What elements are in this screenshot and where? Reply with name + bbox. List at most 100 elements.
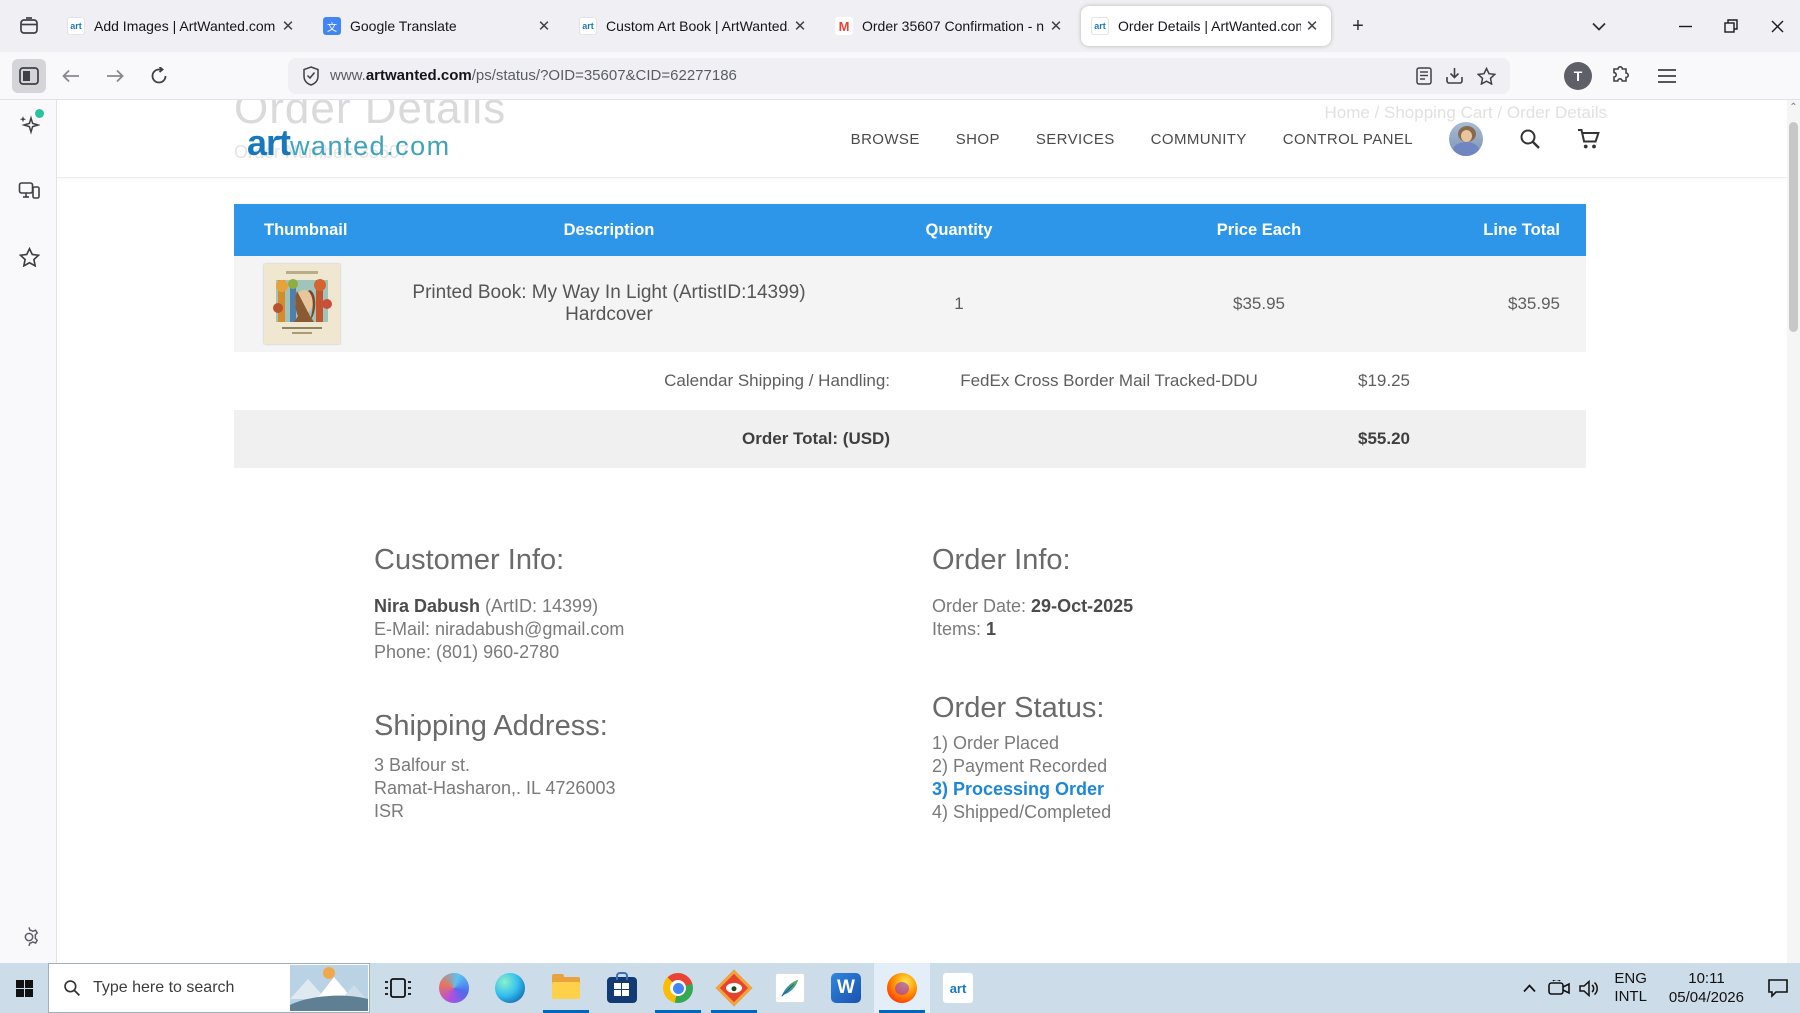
tab-custom-art-book[interactable]: art Custom Art Book | ArtWanted.c ✕ [569,6,819,46]
gear-icon [18,926,40,948]
restore-button[interactable] [1708,6,1754,46]
tab-google-translate[interactable]: 文 Google Translate ✕ [313,6,563,46]
word-icon: W [831,973,861,1003]
tab-label: Add Images | ArtWanted.com [94,18,277,34]
avatar-face [1461,130,1472,142]
word-button[interactable]: W [818,963,874,1013]
reader-mode-icon[interactable] [1416,67,1432,85]
order-table: Thumbnail Description Quantity Price Eac… [234,204,1586,468]
col-header-thumbnail: Thumbnail [234,204,384,256]
minimize-button[interactable] [1662,6,1708,46]
camera-icon [1548,980,1570,996]
clock-date: 05/04/2026 [1669,988,1744,1007]
sidebar-icon [19,67,39,85]
nav-services[interactable]: SERVICES [1036,131,1115,148]
page-scrollbar[interactable]: ⌃ [1787,100,1800,963]
cart-icon[interactable] [1577,128,1601,150]
task-view-button[interactable] [370,963,426,1013]
ai-chatbot-button[interactable] [12,108,46,142]
artwanted-logo[interactable]: artwanted.com [247,122,451,164]
nav-community[interactable]: COMMUNITY [1151,131,1247,148]
bookmarks-sidebar-button[interactable] [12,240,46,274]
devices-icon [18,181,40,201]
forward-button[interactable] [98,59,132,93]
photo-editor-button[interactable] [762,963,818,1013]
tab-label: Custom Art Book | ArtWanted.c [606,18,789,34]
customer-artid: (ArtID: 14399) [480,596,598,616]
speaker-icon [1579,980,1599,997]
product-price-each: $35.95 [1084,256,1434,352]
chrome-button[interactable] [650,963,706,1013]
tab-close-icon[interactable]: ✕ [789,15,811,37]
windows-taskbar: Type here to search [0,963,1800,1013]
customer-email: E-Mail: niradabush@gmail.com [374,619,624,640]
customer-phone: Phone: (801) 960-2780 [374,642,559,663]
status-step-4: 4) Shipped/Completed [932,802,1111,823]
file-explorer-button[interactable] [538,963,594,1013]
notification-dot [35,109,44,118]
scrollbar-thumb[interactable] [1789,122,1798,332]
meet-now-button[interactable] [1544,980,1574,996]
shipping-label: Calendar Shipping / Handling: [234,352,934,410]
language-indicator[interactable]: ENG INTL [1614,970,1647,1006]
tab-close-icon[interactable]: ✕ [1045,15,1067,37]
clock-time: 10:11 [1669,969,1744,988]
shield-permissions-icon [302,66,320,86]
microsoft-store-button[interactable] [594,963,650,1013]
nav-browse[interactable]: BROWSE [851,131,920,148]
new-tab-button[interactable]: + [1342,10,1374,42]
microsoft-store-icon [607,977,637,1003]
photo-viewer-button[interactable] [706,963,762,1013]
firefox-view-button[interactable] [12,9,46,43]
scrollbar-up-arrow[interactable]: ⌃ [1787,102,1800,113]
action-center-button[interactable] [1756,978,1800,998]
tray-expand-button[interactable] [1514,984,1544,993]
volume-button[interactable] [1574,980,1604,997]
close-window-button[interactable] [1754,6,1800,46]
save-to-pocket-icon[interactable] [1445,67,1464,85]
bookmark-star-icon[interactable] [1477,67,1496,85]
tab-add-images[interactable]: art Add Images | ArtWanted.com ✕ [57,6,307,46]
start-button[interactable] [0,963,48,1013]
extensions-button[interactable] [1604,59,1638,93]
tab-close-icon[interactable]: ✕ [277,15,299,37]
avatar[interactable] [1449,122,1483,156]
taskbar-search-box[interactable]: Type here to search [48,963,370,1013]
windows-logo-icon [16,980,33,997]
firefox-button[interactable] [874,963,930,1013]
language-top: ENG [1614,970,1647,988]
nav-control-panel[interactable]: CONTROL PANEL [1283,131,1413,148]
back-button[interactable] [54,59,88,93]
product-description: Printed Book: My Way In Light (ArtistID:… [384,256,834,352]
tab-close-icon[interactable]: ✕ [1301,15,1323,37]
product-thumbnail[interactable] [264,264,340,344]
nav-shop[interactable]: SHOP [956,131,1000,148]
tab-close-icon[interactable]: ✕ [533,15,555,37]
artwanted-pinned-button[interactable]: art [930,963,986,1013]
sidebar-settings-button[interactable] [12,920,46,954]
avatar-body [1453,142,1479,156]
copilot-button[interactable] [426,963,482,1013]
minimize-icon [1679,20,1692,33]
site-header: artwanted.com BROWSE SHOP SERVICES COMMU… [57,100,1787,178]
google-translate-favicon: 文 [323,17,341,35]
list-all-tabs-button[interactable] [1582,9,1616,43]
extension-t-badge[interactable]: T [1564,62,1592,90]
order-date-line: Order Date: 29-Oct-2025 [932,596,1133,617]
reload-button[interactable] [142,59,176,93]
shipping-row: Calendar Shipping / Handling: FedEx Cros… [234,352,1586,410]
browser-sidebar [0,100,57,963]
edge-button[interactable] [482,963,538,1013]
url-bar[interactable]: www.artwanted.com/ps/status/?OID=35607&C… [288,58,1510,94]
search-icon [63,979,81,997]
address-line-2: Ramat-Hasharon,. IL 4726003 [374,778,615,799]
app-menu-button[interactable] [1650,59,1684,93]
tab-order-confirmation-mail[interactable]: M Order 35607 Confirmation - nir ✕ [825,6,1075,46]
clock[interactable]: 10:11 05/04/2026 [1669,969,1744,1007]
tab-order-details-active[interactable]: art Order Details | ArtWanted.com ✕ [1081,6,1331,46]
chrome-icon [663,973,693,1003]
sidebar-toggle-button[interactable] [12,59,46,93]
search-icon[interactable] [1519,128,1541,150]
synced-tabs-button[interactable] [12,174,46,208]
search-highlight-image[interactable] [290,965,368,1011]
